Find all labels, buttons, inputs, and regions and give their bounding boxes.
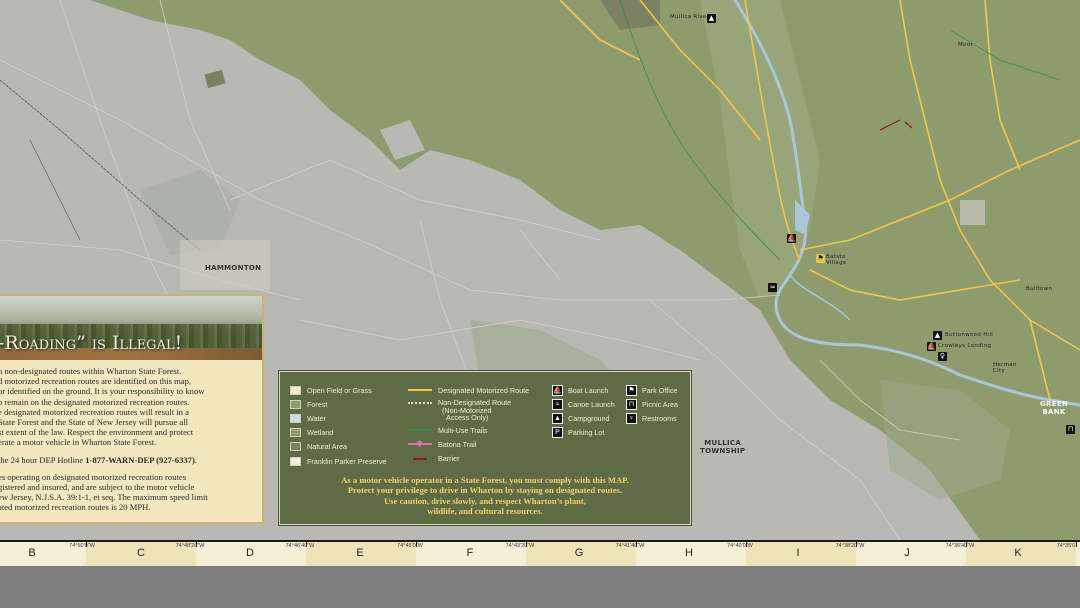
legend-land-cover: Open Field or Grass Forest Water Wetland… xyxy=(290,383,387,468)
legend-item-non-designated-route: Non-Designated Route (Non-Motorized Acce… xyxy=(408,397,529,423)
place-batsto: Batsto Village xyxy=(826,254,847,266)
canoe-launch-icon: ≈ xyxy=(552,398,563,410)
canoe-launch-marker[interactable]: ≈ xyxy=(768,283,777,292)
warning-paragraph-1: n non-designated routes within Wharton S… xyxy=(0,366,205,448)
grid-coord-8: 74°38'20"W xyxy=(835,543,865,549)
map-legend: Open Field or Grass Forest Water Wetland… xyxy=(279,371,691,525)
campground-marker[interactable]: ▲ xyxy=(707,14,716,23)
place-crowleys-landing: Crowleys Landing xyxy=(938,343,992,349)
place-buttonwood-hill: Buttonwood Hill xyxy=(945,332,994,338)
legend-item-campground: ▲ Campground xyxy=(552,411,615,425)
picnic-area-marker[interactable]: ⊓ xyxy=(1066,425,1075,434)
viewer-bottom-bar xyxy=(0,566,1080,608)
grid-letter-e: E xyxy=(356,547,364,559)
legend-facilities-1: ⛵ Boat Launch ≈ Canoe Launch ▲ Campground P… xyxy=(552,383,615,440)
campground-icon: ▲ xyxy=(552,412,563,424)
restrooms-icon: ♀ xyxy=(626,412,637,424)
grid-letter-j: J xyxy=(904,547,910,559)
warning-panel: -Roading” is Illegal! n non-designated r… xyxy=(0,294,264,524)
legend-item-franklin-parker: Franklin Parker Preserve xyxy=(290,454,387,468)
legend-facilities-2: ⚑ Park Office ⊓ Picnic Area ♀ Restrooms xyxy=(626,383,678,426)
place-hammonton: HAMMONTON xyxy=(205,264,262,272)
grid-letter-h: H xyxy=(685,547,693,559)
warning-paragraph-hotline: the 24 hour DEP Hotline 1-877-WARN-DEP (… xyxy=(0,454,197,465)
restrooms-marker[interactable]: ♀ xyxy=(938,352,947,361)
grid-coord-7: 74°40'0"W xyxy=(727,543,753,549)
legend-item-canoe-launch: ≈ Canoe Launch xyxy=(552,397,615,411)
map-canvas[interactable]: HAMMONTON MULLICA TOWNSHIP GREEN BANK Mu… xyxy=(0,0,1080,540)
grid-coord-10: 74°35'0 xyxy=(1056,543,1076,549)
campground-marker[interactable]: ▲ xyxy=(933,331,942,340)
hotline-number: 1-877-WARN-DEP (927-6337) xyxy=(85,454,195,465)
legend-item-batona-trail: Batona Trail xyxy=(408,437,529,451)
map-grid-strip: B C D E F G H I J K 74°50'0"W 74°48'20"W… xyxy=(0,540,1080,566)
legend-item-wetland: Wetland xyxy=(290,426,387,440)
grid-letter-d: D xyxy=(246,547,254,559)
legend-compliance-note: As a motor vehicle operator in a State F… xyxy=(341,475,629,516)
legend-item-park-office: ⚑ Park Office xyxy=(626,383,678,397)
legend-item-parking-lot: P Parking Lot xyxy=(552,426,615,440)
grid-letter-c: C xyxy=(137,547,145,559)
grid-coord-5: 74°43'20"W xyxy=(505,543,535,549)
place-moor: Moor xyxy=(958,42,973,48)
grid-letter-g: G xyxy=(574,547,584,559)
legend-item-barrier: Barrier xyxy=(408,452,529,466)
picnic-area-icon: ⊓ xyxy=(626,398,637,410)
legend-item-picnic-area: ⊓ Picnic Area xyxy=(626,397,678,411)
place-bulltown: Bulltown xyxy=(1026,286,1053,292)
place-herman-city: Herman City xyxy=(993,362,1017,374)
grid-coord-9: 74°36'40"W xyxy=(945,543,975,549)
legend-item-open-field: Open Field or Grass xyxy=(290,383,387,397)
park-office-marker[interactable]: ⚑ xyxy=(816,254,825,263)
grid-coord-4: 74°45'0"W xyxy=(397,543,423,549)
warning-paragraph-3: es operating on designated motorized rec… xyxy=(0,471,208,513)
grid-letter-i: I xyxy=(796,547,800,559)
grid-coord-1: 74°50'0"W xyxy=(69,543,95,549)
legend-item-restrooms: ♀ Restrooms xyxy=(626,411,678,425)
legend-routes: Designated Motorized Route Non-Designate… xyxy=(408,383,529,466)
warning-title: -Roading” is Illegal! xyxy=(0,332,183,354)
place-mullica-township: MULLICA TOWNSHIP xyxy=(700,439,746,455)
place-mullica-river: Mullica River xyxy=(670,14,710,20)
warning-body: n non-designated routes within Wharton S… xyxy=(0,366,260,520)
legend-item-natural-area: Natural Area xyxy=(290,440,387,454)
grid-letter-b: B xyxy=(28,547,36,559)
parking-lot-icon: P xyxy=(552,427,563,439)
legend-item-designated-route: Designated Motorized Route xyxy=(408,383,529,397)
grid-coord-2: 74°48'20"W xyxy=(175,543,205,549)
boat-launch-marker[interactable]: ⛵ xyxy=(787,234,796,243)
grid-letter-k: K xyxy=(1014,547,1022,559)
boat-launch-marker[interactable]: ⛵ xyxy=(927,342,936,351)
grid-coord-3: 74°46'40"W xyxy=(285,543,315,549)
legend-item-forest: Forest xyxy=(290,397,387,411)
place-green-bank: GREEN BANK xyxy=(1040,400,1069,416)
legend-item-boat-launch: ⛵ Boat Launch xyxy=(552,384,609,396)
grid-coord-6: 74°41'40"W xyxy=(615,543,645,549)
boat-launch-icon: ⛵ xyxy=(552,384,563,396)
legend-item-multi-use-trails: Multi-Use Trails xyxy=(408,423,529,437)
park-office-icon: ⚑ xyxy=(626,384,637,396)
legend-item-water: Water xyxy=(290,411,387,425)
grid-letter-f: F xyxy=(466,547,474,559)
